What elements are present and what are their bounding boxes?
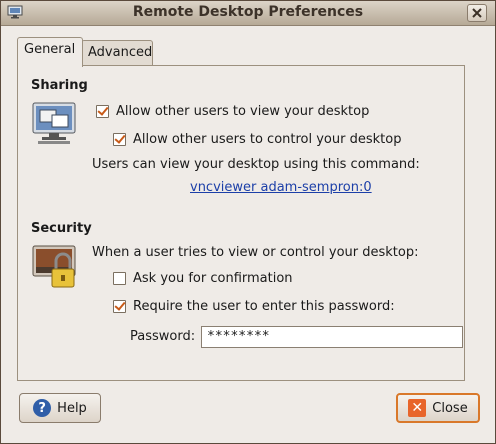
allow-view-checkbox[interactable] — [96, 105, 109, 118]
close-button-label: Close — [432, 400, 468, 416]
desktop-sharing-icon — [32, 102, 78, 150]
vncviewer-command-link[interactable]: vncviewer adam-sempron:0 — [190, 180, 372, 195]
general-panel: Sharing Allow other users to view your d… — [17, 65, 465, 381]
window-title: Remote Desktop Preferences — [132, 4, 364, 20]
ask-confirm-checkbox[interactable] — [113, 272, 126, 285]
tab-advanced[interactable]: Advanced — [81, 40, 153, 65]
help-icon: ? — [33, 399, 52, 417]
security-hint: When a user tries to view or control you… — [92, 245, 419, 260]
close-button[interactable]: ✕ Close — [396, 393, 480, 423]
close-icon: ✕ — [408, 399, 427, 417]
allow-control-row[interactable]: Allow other users to control your deskto… — [113, 132, 401, 147]
tab-general[interactable]: General — [17, 37, 83, 67]
remote-desktop-preferences-window: Remote Desktop Preferences General Advan… — [0, 0, 496, 444]
allow-view-label: Allow other users to view your desktop — [116, 104, 370, 119]
help-button-label: Help — [57, 400, 87, 416]
password-field[interactable]: ******** — [201, 326, 463, 348]
require-password-label: Require the user to enter this password: — [133, 299, 395, 314]
require-password-row[interactable]: Require the user to enter this password: — [113, 299, 395, 314]
lock-screen-icon — [32, 245, 78, 295]
sharing-section-title: Sharing — [31, 78, 88, 93]
password-label: Password: — [130, 329, 196, 344]
require-password-checkbox[interactable] — [113, 300, 126, 313]
help-button[interactable]: ? Help — [19, 393, 101, 423]
ask-confirm-label: Ask you for confirmation — [133, 271, 293, 286]
command-hint: Users can view your desktop using this c… — [92, 157, 420, 172]
title-bar[interactable]: Remote Desktop Preferences — [1, 1, 495, 26]
allow-view-row[interactable]: Allow other users to view your desktop — [96, 104, 369, 119]
allow-control-label: Allow other users to control your deskto… — [133, 132, 402, 147]
ask-confirm-row[interactable]: Ask you for confirmation — [113, 271, 293, 286]
security-section-title: Security — [31, 221, 92, 236]
allow-control-checkbox[interactable] — [113, 133, 126, 146]
window-close-icon[interactable] — [467, 4, 487, 22]
